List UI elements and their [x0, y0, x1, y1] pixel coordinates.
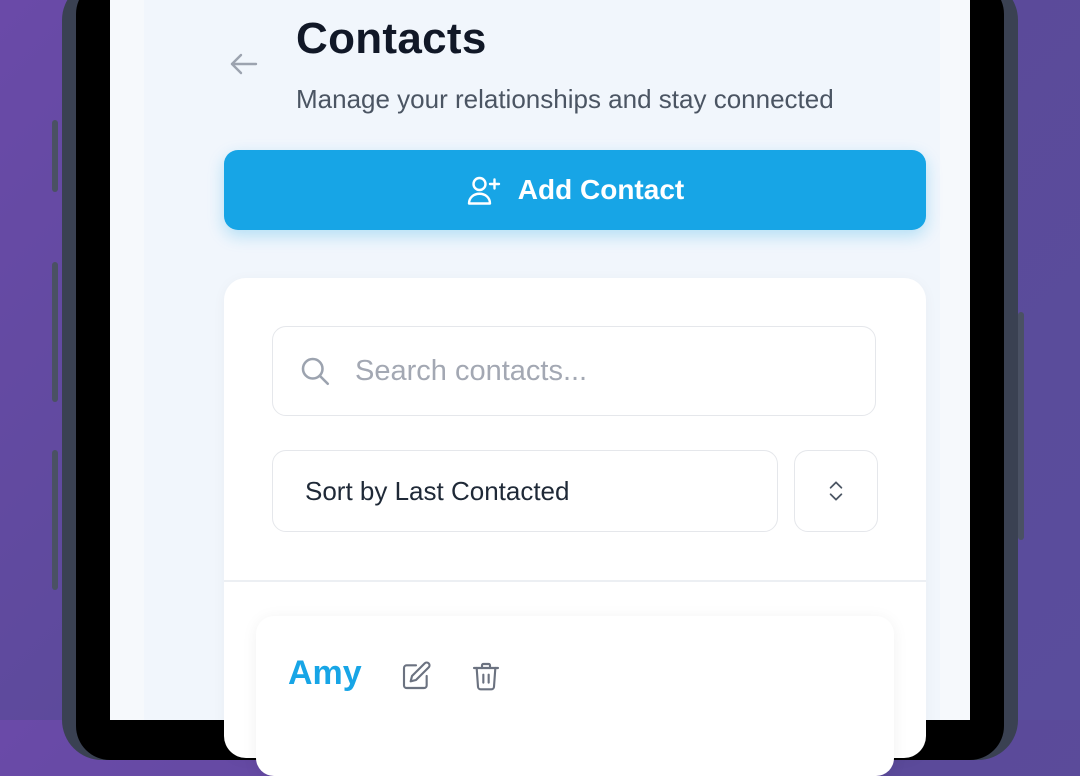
main-content: Contacts Manage your relationships and s…	[144, 0, 940, 776]
page-title: Contacts	[296, 14, 487, 63]
phone-side-button	[52, 262, 58, 402]
sort-order-button[interactable]	[794, 450, 878, 532]
app-screen: Contacts Manage your relationships and s…	[110, 0, 970, 776]
search-input[interactable]	[353, 353, 857, 389]
divider	[224, 580, 926, 582]
phone-side-button	[52, 120, 58, 192]
sort-select-value: Sort by Last Contacted	[305, 475, 570, 506]
contacts-card: Sort by Last Contacted Amy	[224, 278, 926, 776]
phone-side-button	[52, 450, 58, 590]
back-button[interactable]	[224, 44, 264, 84]
search-field[interactable]	[272, 326, 876, 416]
phone-side-button	[1018, 312, 1024, 540]
trash-icon	[472, 662, 500, 691]
edit-contact-button[interactable]	[396, 656, 436, 696]
sort-select[interactable]: Sort by Last Contacted	[272, 450, 778, 532]
add-contact-label: Add Contact	[517, 174, 685, 205]
contact-card[interactable]: Amy	[256, 616, 894, 776]
search-icon	[297, 351, 337, 391]
arrow-left-icon	[230, 53, 258, 75]
user-plus-icon	[467, 176, 500, 205]
delete-contact-button[interactable]	[466, 656, 506, 696]
contact-name[interactable]: Amy	[288, 654, 362, 693]
edit-icon	[402, 661, 431, 690]
add-contact-button[interactable]: Add Contact	[224, 150, 926, 230]
chevron-up-down-icon	[829, 481, 843, 501]
page-subtitle: Manage your relationships and stay conne…	[296, 84, 834, 114]
